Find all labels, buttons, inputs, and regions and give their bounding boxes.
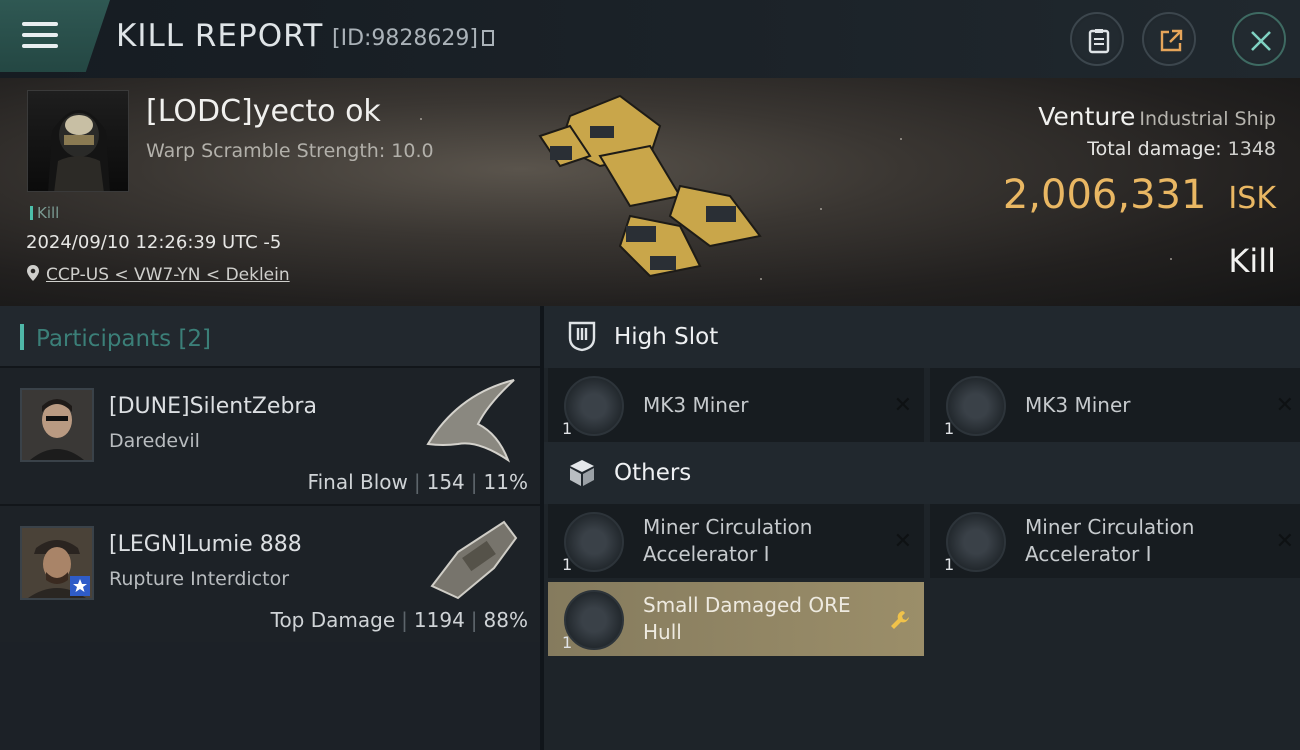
module-item[interactable]: 1 Miner Circulation Accelerator I ✕ (548, 504, 924, 578)
participant-name[interactable]: [DUNE]SilentZebra (109, 394, 317, 419)
pilot-portrait (22, 390, 92, 460)
participant-damage: 154 (426, 470, 465, 494)
module-name: MK3 Miner (643, 392, 749, 417)
share-icon (1160, 29, 1183, 52)
participant-name[interactable]: [LEGN]Lumie 888 (109, 532, 302, 557)
others-title: Others (614, 460, 692, 486)
participant-percent: 11% (483, 470, 528, 494)
miner-module-icon (564, 376, 624, 436)
destroyed-x-icon: ✕ (893, 529, 912, 554)
victim-ship-name: Venture (1038, 102, 1136, 131)
total-damage: Total damage: 1348 (1087, 138, 1276, 160)
module-item[interactable]: 1 MK3 Miner ✕ (930, 368, 1300, 442)
participant-role: Final Blow (307, 470, 408, 494)
cube-icon (570, 460, 594, 486)
isk-value: 2,006,331 ISK (1003, 172, 1276, 218)
location-pin-icon (27, 265, 39, 281)
high-slot-header: High Slot (544, 306, 1300, 368)
module-quantity: 1 (562, 633, 573, 652)
participants-header: Participants [2] (0, 306, 540, 366)
venture-ship-render (538, 94, 762, 278)
module-quantity: 1 (944, 555, 955, 574)
total-damage-value: 1348 (1227, 138, 1276, 160)
high-slot-list: 1 MK3 Miner ✕ 1 MK3 Miner ✕ (544, 368, 1300, 442)
module-quantity: 1 (562, 419, 573, 438)
others-header: Others (544, 442, 1300, 504)
fittings-panel: High Slot 1 MK3 Miner ✕ 1 MK3 Miner ✕ Ot… (540, 306, 1300, 750)
warp-scramble-strength: Warp Scramble Strength: 10.0 (146, 140, 434, 162)
participant-percent: 88% (483, 608, 528, 632)
clipboard-icon (1088, 29, 1110, 54)
close-icon (1251, 31, 1271, 51)
module-quantity: 1 (562, 555, 573, 574)
header-bar: KILL REPORT [ID:9828629] (0, 0, 1300, 78)
kill-id-text: [ID:9828629] (332, 26, 478, 51)
participant-damage: 1194 (413, 608, 465, 632)
high-slot-title: High Slot (614, 324, 719, 350)
victim-ship-class: Industrial Ship (1139, 108, 1276, 130)
victim-ship[interactable]: Venture Industrial Ship (1038, 102, 1276, 131)
module-item[interactable]: 1 Small Damaged ORE Hull (548, 582, 924, 656)
participant-stats: Final Blow | 154 | 11% (307, 470, 528, 494)
destroyed-x-icon: ✕ (1275, 529, 1294, 554)
high-slot-icon (568, 321, 596, 352)
avatar[interactable] (20, 526, 94, 600)
module-name: MK3 Miner (1025, 392, 1131, 417)
kill-location[interactable]: CCP-US < VW7-YN < Deklein (26, 264, 290, 285)
participant-role: Top Damage (270, 608, 396, 632)
module-name: Small Damaged ORE Hull (643, 593, 851, 644)
menu-icon (22, 22, 58, 50)
close-button[interactable] (1232, 12, 1286, 66)
star-badge-icon (70, 576, 90, 596)
module-name: Miner Circulation Accelerator I (1025, 515, 1195, 566)
victim-banner: [LODC]yecto ok Warp Scramble Strength: 1… (0, 78, 1300, 306)
avatar[interactable] (20, 388, 94, 462)
hull-salvage-icon (564, 590, 624, 650)
participant-stats: Top Damage | 1194 | 88% (270, 608, 528, 632)
total-damage-label: Total damage: (1087, 138, 1222, 160)
isk-unit: ISK (1228, 181, 1276, 216)
destroyed-x-icon: ✕ (893, 393, 912, 418)
rupture-ship-icon (430, 520, 518, 600)
module-name: Miner Circulation Accelerator I (643, 515, 813, 566)
miner-module-icon (946, 376, 1006, 436)
participants-panel: Participants [2] [DUNE]SilentZebra Dared… (0, 306, 540, 750)
page-title: KILL REPORT (116, 18, 324, 54)
clipboard-button[interactable] (1070, 12, 1124, 66)
isk-amount: 2,006,331 (1002, 172, 1207, 218)
participant-row[interactable]: [DUNE]SilentZebra Daredevil Final Blow | 1… (0, 366, 540, 504)
participant-ship: Daredevil (109, 430, 200, 452)
others-list: 1 Miner Circulation Accelerator I ✕ 1 Mi… (544, 504, 1300, 656)
victim-name[interactable]: [LODC]yecto ok (146, 94, 381, 129)
wrench-icon (891, 611, 909, 629)
module-quantity: 1 (944, 419, 955, 438)
daredevil-ship-icon (426, 379, 515, 463)
module-item[interactable]: 1 Miner Circulation Accelerator I ✕ (930, 504, 1300, 578)
kill-datetime: 2024/09/10 12:26:39 UTC -5 (26, 232, 282, 253)
copy-icon[interactable] (482, 30, 494, 46)
kill-tag: Kill (30, 204, 59, 222)
participant-ship: Rupture Interdictor (109, 568, 289, 590)
hooded-pilot-portrait (48, 110, 110, 191)
module-item[interactable]: 1 MK3 Miner ✕ (548, 368, 924, 442)
kill-id[interactable]: [ID:9828629] (332, 26, 494, 51)
kill-result: Kill (1228, 242, 1276, 280)
share-button[interactable] (1142, 12, 1196, 66)
location-link[interactable]: CCP-US < VW7-YN < Deklein (46, 265, 290, 285)
victim-avatar[interactable] (27, 90, 129, 192)
rig-module-icon (564, 512, 624, 572)
participant-row[interactable]: [LEGN]Lumie 888 Rupture Interdictor Top … (0, 504, 540, 642)
menu-button[interactable] (0, 0, 110, 72)
rig-module-icon (946, 512, 1006, 572)
destroyed-x-icon: ✕ (1275, 393, 1294, 418)
